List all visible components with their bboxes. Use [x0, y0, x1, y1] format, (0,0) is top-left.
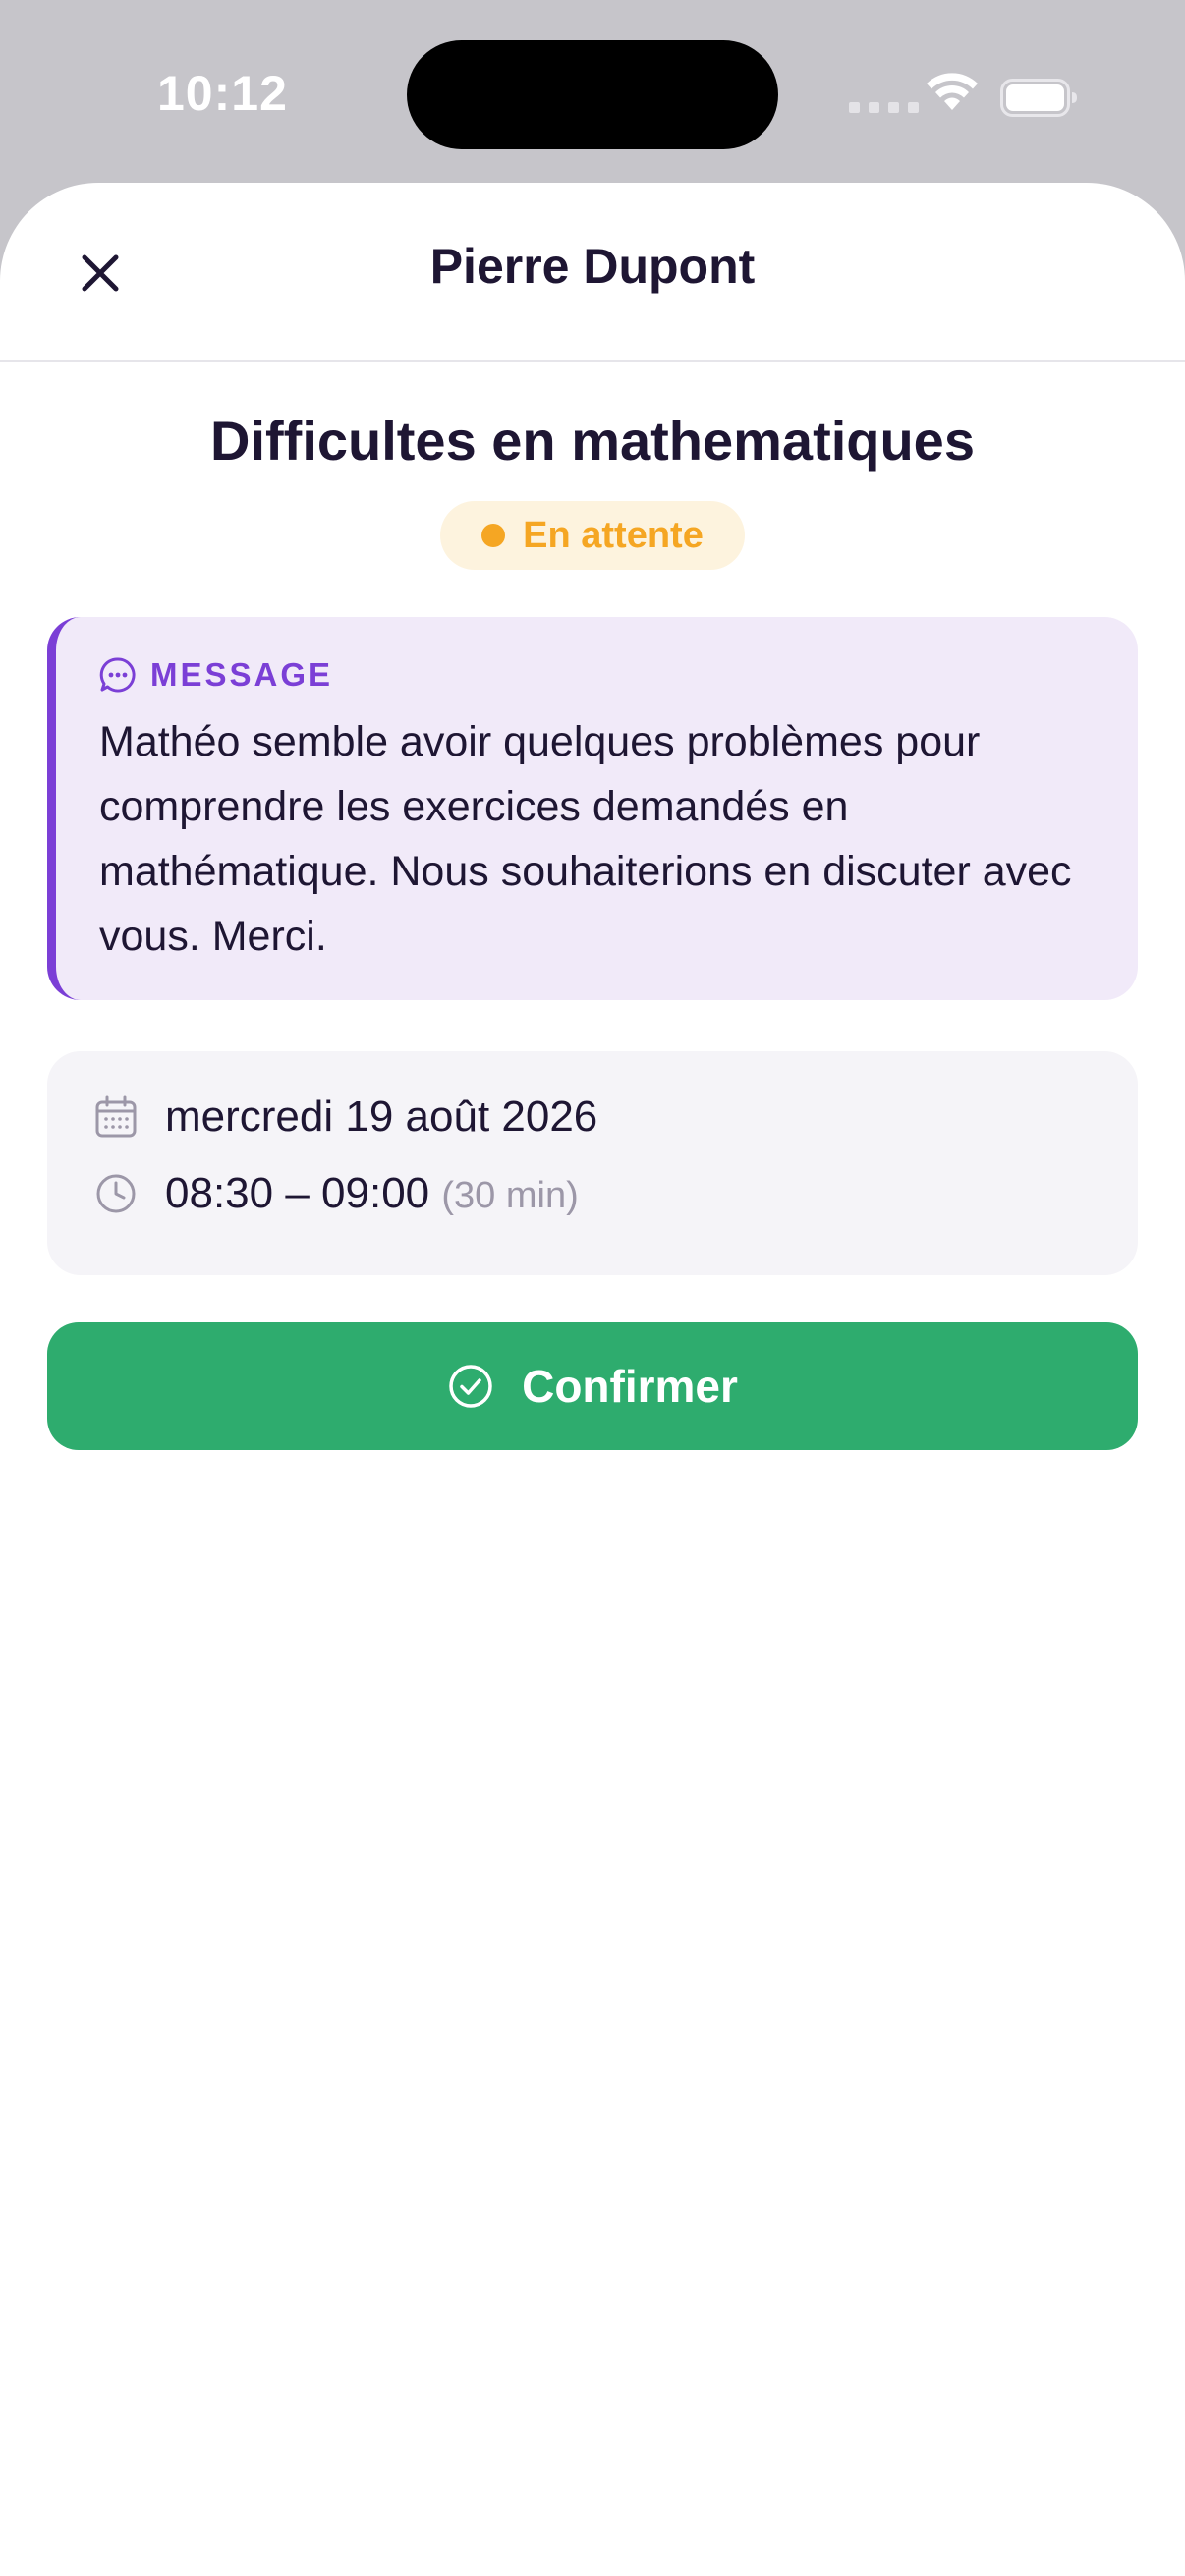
wifi-icon — [927, 73, 978, 110]
schedule-card: mercredi 19 août 2026 08:30 – 09:00 (30 … — [47, 1051, 1138, 1275]
calendar-icon — [95, 1095, 137, 1138]
time-row: 08:30 – 09:00 (30 min) — [94, 1169, 579, 1218]
status-time: 10:12 — [157, 66, 288, 121]
sheet-header: Pierre Dupont — [0, 183, 1185, 362]
status-bar: 10:12 — [0, 0, 1185, 183]
message-header: MESSAGE — [99, 656, 333, 694]
appointment-duration: (30 min) — [441, 1175, 579, 1216]
status-dot — [481, 524, 506, 547]
appointment-time-range: 08:30 – 09:00 (30 min) — [165, 1169, 579, 1218]
appointment-sheet: Pierre Dupont Difficultes en mathematiqu… — [0, 183, 1185, 2576]
message-card: MESSAGE Mathéo semble avoir quelques pro… — [47, 617, 1138, 1000]
status-badge: En attente — [440, 501, 745, 570]
message-label: MESSAGE — [150, 656, 334, 693]
message-body: Mathéo semble avoir quelques problèmes p… — [99, 718, 1072, 960]
check-circle-icon — [449, 1365, 492, 1408]
date-row: mercredi 19 août 2026 — [94, 1092, 597, 1142]
sheet-title: Pierre Dupont — [429, 239, 756, 294]
confirm-button[interactable]: Confirmer — [47, 1322, 1138, 1450]
time-range-value: 08:30 – 09:00 — [165, 1169, 430, 1217]
chat-bubble-icon — [99, 657, 136, 693]
clock-icon — [96, 1174, 136, 1213]
confirm-label: Confirmer — [522, 1361, 738, 1412]
appointment-subject: Difficultes en mathematiques — [210, 410, 975, 472]
signal-icon — [849, 102, 919, 113]
battery-icon — [1000, 79, 1077, 117]
appointment-date: mercredi 19 août 2026 — [165, 1092, 598, 1141]
dynamic-island — [407, 40, 778, 149]
status-label: En attente — [523, 514, 704, 556]
